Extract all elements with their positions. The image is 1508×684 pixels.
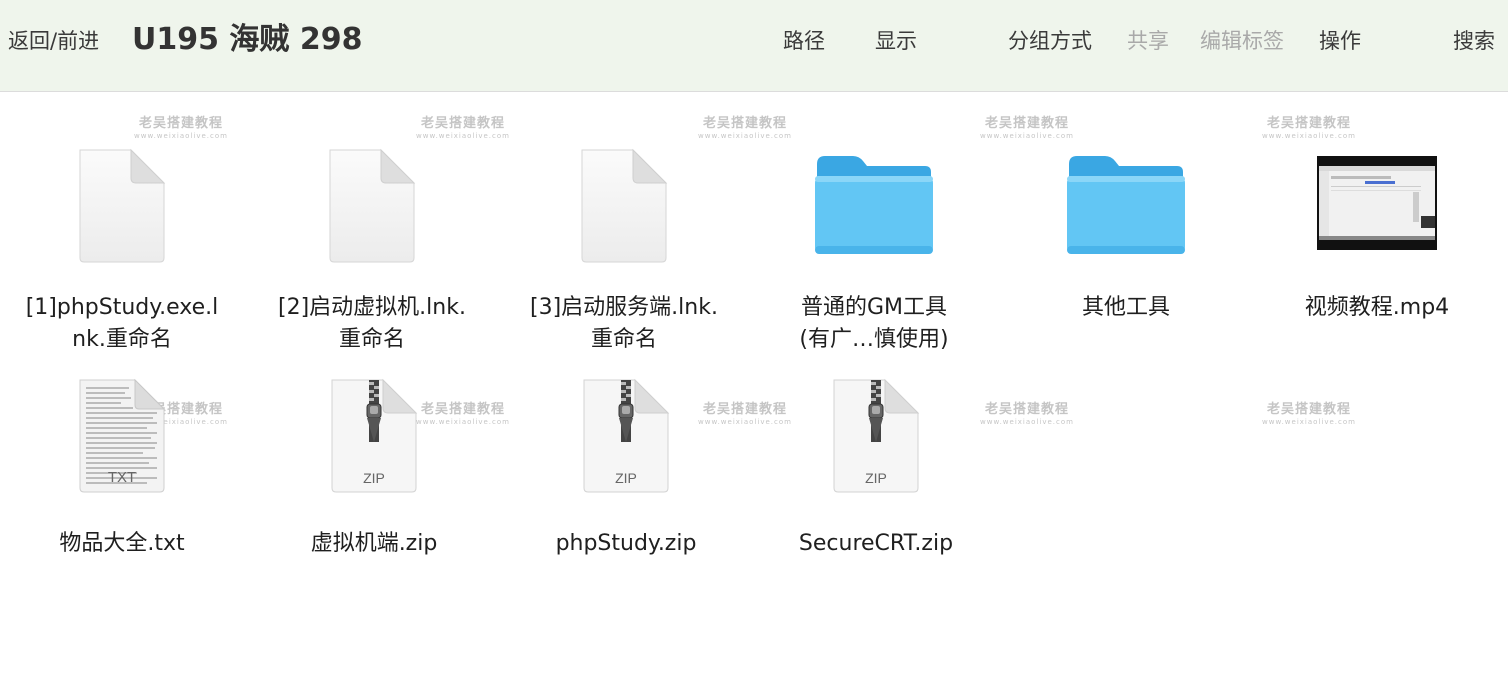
file-type-badge: ZIP xyxy=(615,470,637,486)
file-name-line1: 虚拟机端.zip xyxy=(310,531,438,556)
path-button[interactable]: 路径 xyxy=(783,28,825,54)
file-name: phpStudy.zip xyxy=(506,528,746,560)
file-name-line1: [1]phpStudy.exe.l xyxy=(25,295,219,320)
actions-button[interactable]: 操作 xyxy=(1319,28,1361,54)
file-type-badge: ZIP xyxy=(865,470,887,486)
file-name-line1: [2]启动虚拟机.lnk. xyxy=(278,295,466,320)
group-by-button[interactable]: 分组方式 xyxy=(1008,28,1092,54)
folder-item[interactable]: 普通的GM工具 (有广…慎使用) xyxy=(754,108,994,352)
file-item[interactable]: ZIP phpStudy.zip xyxy=(506,338,746,568)
file-item[interactable]: [3]启动服务端.lnk. 重命名 xyxy=(504,108,744,352)
window-title: U195 海贼 298 xyxy=(132,22,363,57)
document-icon xyxy=(252,148,492,278)
file-name-line1: SecureCRT.zip xyxy=(798,531,954,556)
file-type-badge: ZIP xyxy=(363,470,385,486)
file-name-line1: 物品大全.txt xyxy=(59,531,185,556)
watermark: 老吴搭建教程 www.weixiaolive.com xyxy=(1244,402,1374,426)
folder-icon xyxy=(754,154,994,284)
video-thumbnail-icon xyxy=(1257,156,1497,286)
toolbar: 返回/前进 U195 海贼 298 路径 显示 分组方式 共享 编辑标签 操作 … xyxy=(0,0,1508,92)
file-name: 物品大全.txt xyxy=(2,528,242,560)
back-forward-button[interactable]: 返回/前进 xyxy=(8,28,99,54)
file-item[interactable]: [2]启动虚拟机.lnk. 重命名 xyxy=(252,108,492,352)
file-item[interactable]: ZIP SecureCRT.zip xyxy=(756,338,996,568)
file-name-line1: 视频教程.mp4 xyxy=(1304,295,1450,320)
display-button[interactable]: 显示 xyxy=(875,28,917,54)
document-icon xyxy=(504,148,744,278)
folder-item[interactable]: 其他工具 xyxy=(1006,108,1246,338)
search-button[interactable]: 搜索 xyxy=(1453,28,1495,54)
watermark-text: 老吴搭建教程 xyxy=(1266,402,1351,417)
watermark-url: www.weixiaolive.com xyxy=(1262,418,1356,426)
file-name: SecureCRT.zip xyxy=(756,528,996,560)
text-file-icon: TXT xyxy=(2,378,242,508)
file-item[interactable]: 视频教程.mp4 xyxy=(1257,108,1497,338)
folder-icon xyxy=(1006,154,1246,284)
file-item[interactable]: [1]phpStudy.exe.l nk.重命名 xyxy=(2,108,242,352)
share-button[interactable]: 共享 xyxy=(1127,28,1169,54)
file-item[interactable]: TXT 物品大全.txt xyxy=(2,338,242,568)
file-name: 视频教程.mp4 xyxy=(1257,292,1497,324)
file-name: 虚拟机端.zip xyxy=(254,528,494,560)
file-name-line1: phpStudy.zip xyxy=(555,531,697,556)
file-item[interactable]: ZIP 虚拟机端.zip xyxy=(254,338,494,568)
edit-tags-button[interactable]: 编辑标签 xyxy=(1200,28,1284,54)
folder-name-line1: 普通的GM工具 xyxy=(800,295,948,320)
folder-name-line1: 其他工具 xyxy=(1081,295,1170,320)
document-icon xyxy=(2,148,242,278)
folder-name: 其他工具 xyxy=(1006,292,1246,324)
file-name-line1: [3]启动服务端.lnk. xyxy=(530,295,718,320)
zip-archive-icon: ZIP xyxy=(756,378,996,508)
zip-archive-icon: ZIP xyxy=(254,378,494,508)
zip-archive-icon: ZIP xyxy=(506,378,746,508)
file-type-badge: TXT xyxy=(107,469,137,486)
